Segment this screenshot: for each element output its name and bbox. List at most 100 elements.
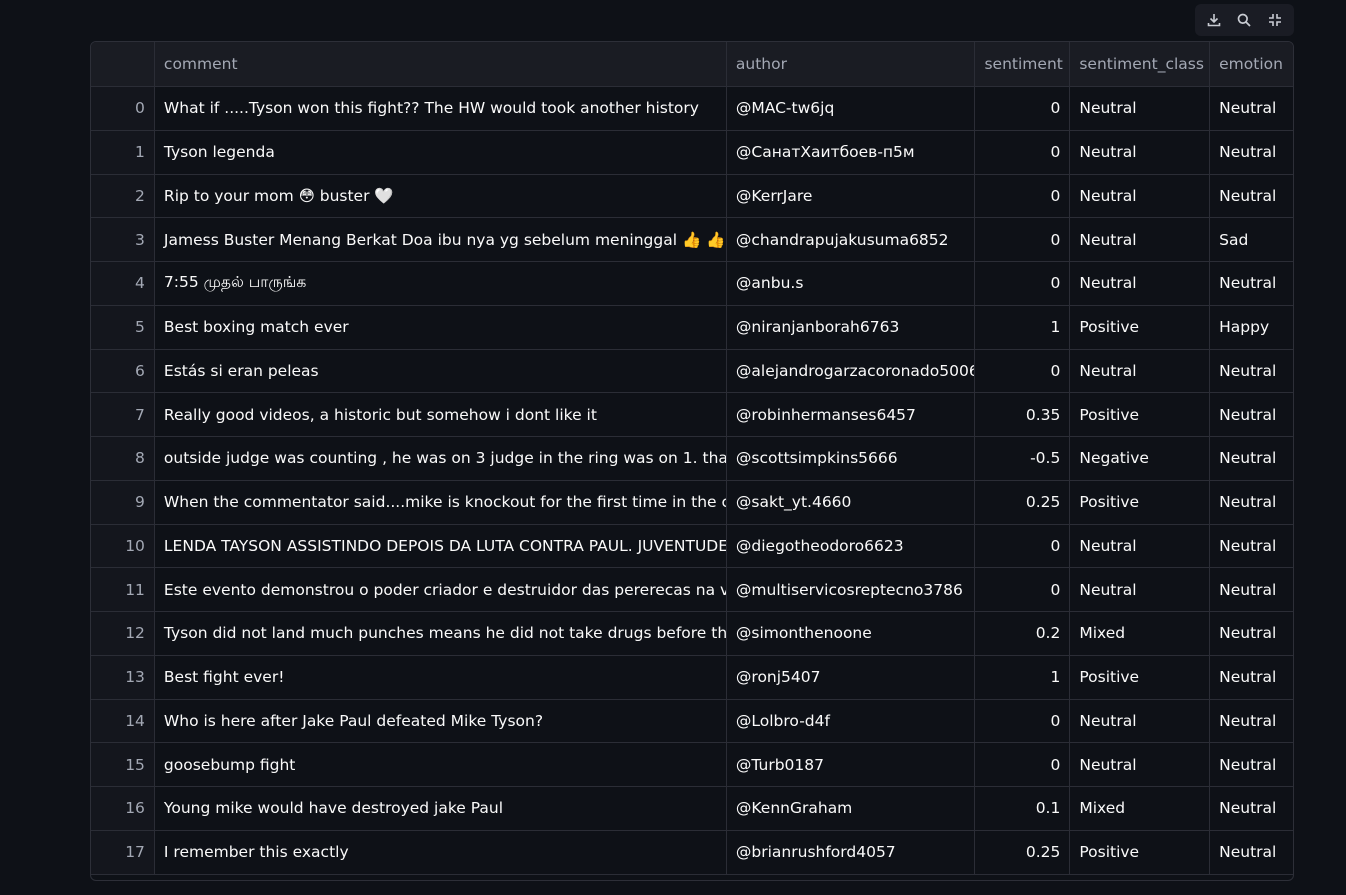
column-header-author[interactable]: author — [727, 42, 976, 86]
cell-sentiment[interactable]: 0 — [975, 568, 1071, 611]
row-index[interactable]: 3 — [91, 218, 155, 261]
cell-emotion[interactable]: Neutral — [1210, 525, 1293, 568]
cell-emotion[interactable]: Neutral — [1210, 481, 1293, 524]
cell-emotion[interactable]: Neutral — [1210, 743, 1293, 786]
row-index[interactable]: 8 — [91, 437, 155, 480]
cell-author[interactable]: @KerrJare — [727, 174, 976, 218]
table-row[interactable]: 16 Young mike would have destroyed jake P… — [91, 787, 1293, 831]
table-row[interactable]: 2 Rip to your mom 😳 buster 🤍 @KerrJare 0 Neu… — [91, 174, 1293, 219]
cell-sentiment[interactable]: 0 — [975, 87, 1071, 130]
column-header-sentiment-class[interactable]: sentiment_class — [1070, 42, 1211, 86]
cell-comment[interactable]: When the commentator said....mike is kno… — [155, 480, 727, 524]
cell-author[interactable]: @Lolbro-d4f — [727, 699, 976, 743]
cell-emotion[interactable]: Sad — [1210, 218, 1293, 261]
cell-author[interactable]: @multiservicosreptecno3786 — [727, 568, 976, 611]
cell-emotion[interactable]: Neutral — [1210, 831, 1293, 874]
cell-sentiment-class[interactable]: Neutral — [1070, 699, 1211, 743]
cell-comment[interactable]: I remember this exactly — [155, 830, 727, 874]
cell-sentiment-class[interactable]: Negative — [1070, 437, 1211, 480]
cell-author[interactable]: @sakt_yt.4660 — [727, 480, 976, 524]
cell-sentiment[interactable]: 0 — [975, 699, 1071, 743]
cell-comment[interactable]: 7:55 முதல் பாருங்க — [155, 262, 727, 305]
column-header-comment[interactable]: comment — [155, 42, 727, 86]
cell-sentiment[interactable]: 0 — [975, 262, 1071, 305]
cell-emotion[interactable]: Neutral — [1210, 350, 1293, 393]
cell-sentiment[interactable]: -0.5 — [975, 437, 1071, 480]
cell-emotion[interactable]: Neutral — [1210, 437, 1293, 480]
cell-comment[interactable]: LENDA TAYSON ASSISTINDO DEPOIS DA LUTA C… — [155, 524, 727, 568]
row-index[interactable]: 2 — [91, 174, 155, 218]
row-index[interactable]: 9 — [91, 480, 155, 524]
table-row[interactable]: 13 Best fight ever! @ronj5407 1 Positive Neut… — [91, 655, 1293, 700]
cell-sentiment-class[interactable]: Neutral — [1070, 262, 1211, 305]
row-index[interactable]: 10 — [91, 524, 155, 568]
table-row[interactable]: 4 7:55 முதல் பாருங்க @anbu.s 0 Neutral Neutra… — [91, 262, 1293, 306]
cell-sentiment-class[interactable]: Positive — [1070, 655, 1211, 699]
table-row[interactable]: 9 When the commentator said....mike is kn… — [91, 480, 1293, 525]
cell-author[interactable]: @alejandrogarzacoronado5006 — [727, 349, 976, 393]
cell-sentiment-class[interactable]: Neutral — [1070, 174, 1211, 218]
row-index[interactable]: 12 — [91, 612, 155, 655]
cell-author[interactable]: @simonthenoone — [727, 612, 976, 655]
download-icon[interactable] — [1201, 7, 1227, 33]
cell-sentiment-class[interactable]: Positive — [1070, 830, 1211, 874]
column-header-index[interactable] — [91, 42, 155, 86]
cell-sentiment-class[interactable]: Positive — [1070, 393, 1211, 436]
row-index[interactable]: 7 — [91, 393, 155, 436]
cell-sentiment[interactable]: 0.25 — [975, 830, 1071, 874]
cell-author[interactable]: @brianrushford4057 — [727, 830, 976, 874]
cell-sentiment-class[interactable]: Neutral — [1070, 87, 1211, 130]
cell-sentiment[interactable]: 0.1 — [975, 787, 1071, 830]
table-row[interactable]: 14 Who is here after Jake Paul defeated M… — [91, 699, 1293, 744]
row-index[interactable]: 0 — [91, 87, 155, 130]
cell-author[interactable]: @chandrapujakusuma6852 — [727, 218, 976, 261]
cell-author[interactable]: @СанатХаитбоев-п5м — [727, 130, 976, 174]
cell-author[interactable]: @anbu.s — [727, 262, 976, 305]
cell-sentiment[interactable]: 0 — [975, 130, 1071, 174]
cell-comment[interactable]: Rip to your mom 😳 buster 🤍 — [155, 174, 727, 218]
cell-comment[interactable]: Young mike would have destroyed jake Pau… — [155, 787, 727, 830]
cell-sentiment-class[interactable]: Mixed — [1070, 787, 1211, 830]
cell-sentiment-class[interactable]: Neutral — [1070, 743, 1211, 786]
cell-emotion[interactable]: Neutral — [1210, 393, 1293, 436]
collapse-icon[interactable] — [1262, 7, 1288, 33]
cell-comment[interactable]: Best boxing match ever — [155, 305, 727, 349]
table-row[interactable]: 17 I remember this exactly @brianrushford4… — [91, 830, 1293, 875]
cell-comment[interactable]: What if .....Tyson won this fight?? The … — [155, 87, 727, 130]
cell-author[interactable]: @MAC-tw6jq — [727, 87, 976, 130]
cell-author[interactable]: @ronj5407 — [727, 655, 976, 699]
row-index[interactable]: 5 — [91, 305, 155, 349]
row-index[interactable]: 4 — [91, 262, 155, 305]
cell-comment[interactable]: Really good videos, a historic but someh… — [155, 393, 727, 436]
cell-sentiment[interactable]: 0.2 — [975, 612, 1071, 655]
cell-emotion[interactable]: Neutral — [1210, 656, 1293, 699]
cell-emotion[interactable]: Neutral — [1210, 87, 1293, 130]
cell-comment[interactable]: Jamess Buster Menang Berkat Doa ibu nya … — [155, 218, 727, 261]
table-row[interactable]: 10 LENDA TAYSON ASSISTINDO DEPOIS DA LUTA… — [91, 524, 1293, 569]
cell-comment[interactable]: goosebump fight — [155, 743, 727, 786]
cell-comment[interactable]: Tyson did not land much punches means he… — [155, 612, 727, 655]
cell-sentiment-class[interactable]: Neutral — [1070, 568, 1211, 611]
row-index[interactable]: 14 — [91, 699, 155, 743]
cell-sentiment-class[interactable]: Neutral — [1070, 349, 1211, 393]
column-header-sentiment[interactable]: sentiment — [975, 42, 1071, 86]
table-row[interactable]: 3 Jamess Buster Menang Berkat Doa ibu nya… — [91, 218, 1293, 262]
cell-sentiment-class[interactable]: Positive — [1070, 305, 1211, 349]
row-index[interactable]: 11 — [91, 568, 155, 611]
table-row[interactable]: 6 Estás si eran peleas @alejandrogarzacoro… — [91, 349, 1293, 394]
row-index[interactable]: 1 — [91, 130, 155, 174]
cell-emotion[interactable]: Neutral — [1210, 568, 1293, 611]
cell-author[interactable]: @scottsimpkins5666 — [727, 437, 976, 480]
cell-comment[interactable]: Este evento demonstrou o poder criador e… — [155, 568, 727, 611]
cell-sentiment[interactable]: 0 — [975, 218, 1071, 261]
cell-emotion[interactable]: Neutral — [1210, 131, 1293, 174]
table-row[interactable]: 7 Really good videos, a historic but some… — [91, 393, 1293, 437]
cell-emotion[interactable]: Neutral — [1210, 612, 1293, 655]
cell-author[interactable]: @KennGraham — [727, 787, 976, 830]
table-row[interactable]: 0 What if .....Tyson won this fight?? The… — [91, 87, 1293, 131]
table-row[interactable]: 15 goosebump fight @Turb0187 0 Neutral Neutra… — [91, 743, 1293, 787]
cell-emotion[interactable]: Neutral — [1210, 262, 1293, 305]
cell-comment[interactable]: Who is here after Jake Paul defeated Mik… — [155, 699, 727, 743]
row-index[interactable]: 17 — [91, 830, 155, 874]
table-row[interactable]: 8 outside judge was counting , he was on … — [91, 437, 1293, 481]
